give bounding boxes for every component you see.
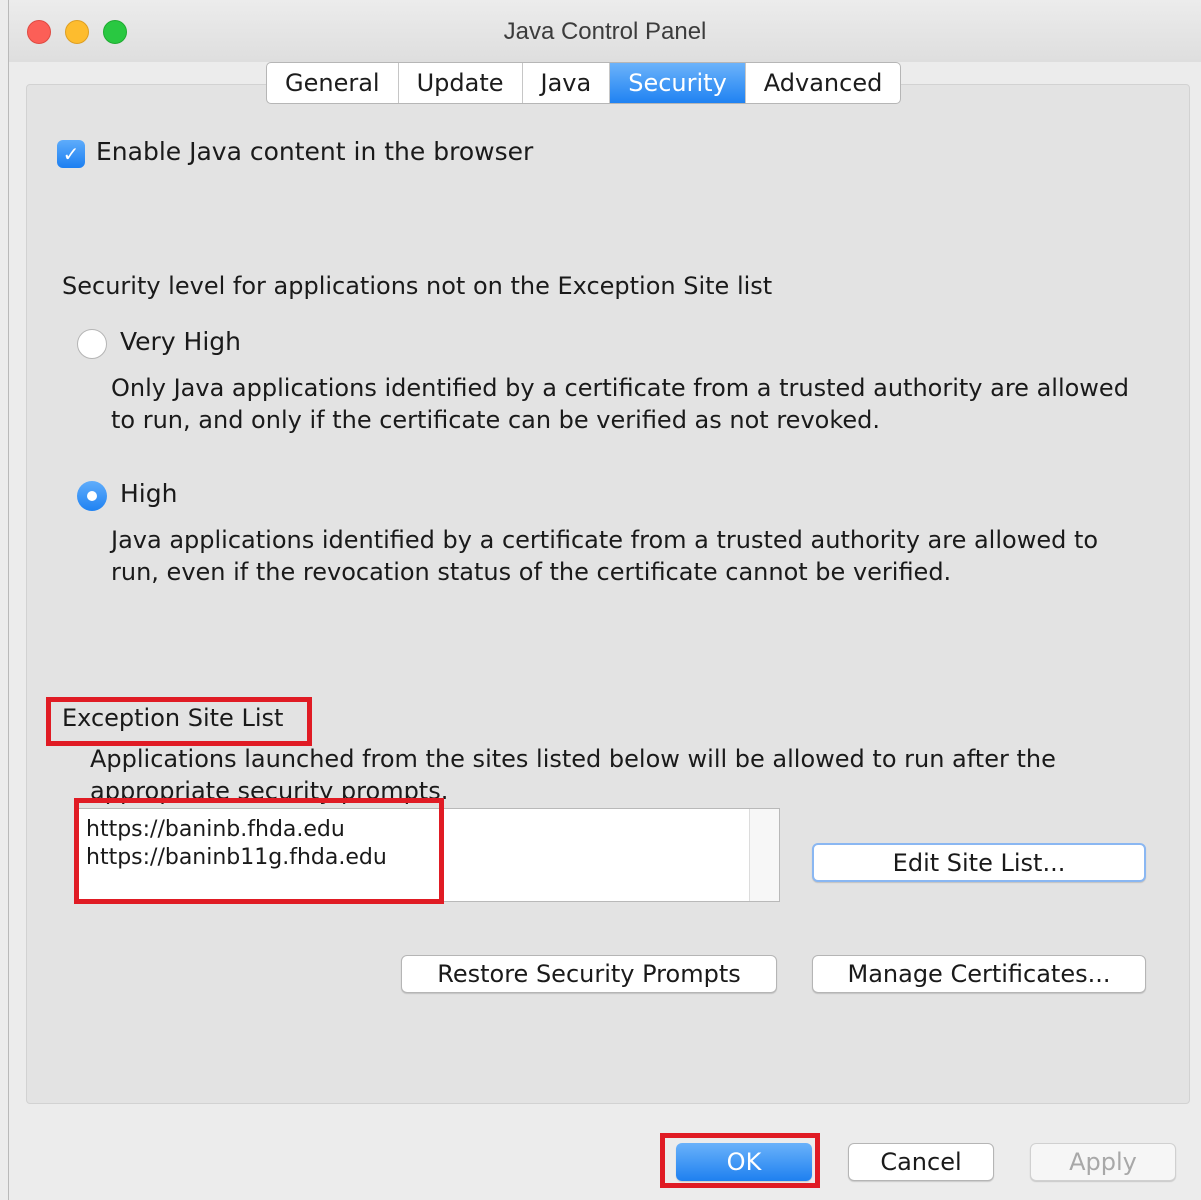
exception-site-list-description: Applications launched from the sites lis… — [90, 745, 1056, 804]
exception-site-list-title: Exception Site List — [62, 704, 284, 732]
very-high-description: Only Java applications identified by a c… — [111, 374, 1129, 434]
high-label: High — [120, 479, 178, 508]
tab-java[interactable]: Java — [523, 63, 611, 103]
manage-certificates-button[interactable]: Manage Certificates... — [812, 955, 1146, 993]
very-high-radio[interactable] — [77, 329, 107, 359]
exception-site-list-box[interactable]: https://baninb.fhda.edu https://baninb11… — [75, 808, 780, 902]
security-level-heading: Security level for applications not on t… — [62, 272, 773, 300]
site-list-item[interactable]: https://baninb11g.fhda.edu — [86, 845, 387, 870]
high-radio[interactable] — [77, 481, 107, 511]
enable-java-label: Enable Java content in the browser — [96, 137, 534, 166]
window-title: Java Control Panel — [503, 18, 707, 45]
java-control-panel-window: Java Control Panel General Update Java S… — [8, 0, 1201, 1200]
cancel-button[interactable]: Cancel — [848, 1143, 994, 1181]
edit-site-list-button[interactable]: Edit Site List... — [812, 843, 1146, 882]
very-high-label: Very High — [120, 327, 242, 356]
tab-security[interactable]: Security — [610, 63, 746, 103]
apply-button[interactable]: Apply — [1030, 1143, 1176, 1181]
enable-java-checkbox[interactable]: ✓ — [57, 140, 85, 168]
high-description: Java applications identified by a certif… — [111, 526, 1099, 586]
tab-general[interactable]: General — [267, 63, 399, 103]
tab-update[interactable]: Update — [399, 63, 523, 103]
tab-bar: General Update Java Security Advanced — [266, 62, 902, 104]
ok-button[interactable]: OK — [676, 1143, 812, 1181]
site-list-scrollbar[interactable] — [749, 809, 779, 901]
title-bar: Java Control Panel — [9, 0, 1201, 62]
tab-advanced[interactable]: Advanced — [746, 63, 901, 103]
security-tab-panel — [26, 84, 1190, 1104]
restore-security-prompts-button[interactable]: Restore Security Prompts — [401, 955, 777, 993]
site-list-item[interactable]: https://baninb.fhda.edu — [86, 817, 345, 842]
